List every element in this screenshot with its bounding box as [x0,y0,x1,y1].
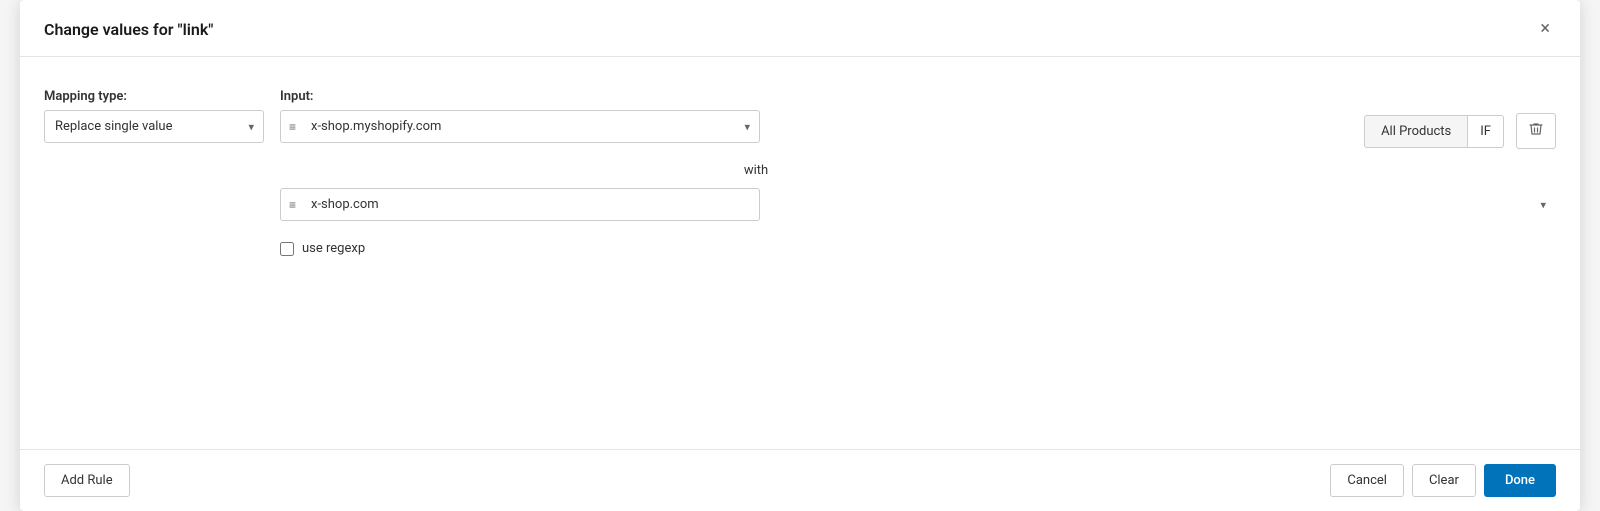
use-regexp-label[interactable]: use regexp [302,241,365,256]
output-wrapper: ≡ x-shop.com ▾ [280,188,1556,221]
with-label: with [744,163,768,178]
with-section: with ≡ x-shop.com ▾ use regexp [280,163,1556,256]
mapping-type-select[interactable]: Replace single value [44,110,264,143]
if-button[interactable]: IF [1467,115,1504,148]
clear-button[interactable]: Clear [1412,464,1476,497]
output-select[interactable]: x-shop.com [280,188,760,221]
output-chevron-icon: ▾ [1540,198,1546,211]
all-products-button[interactable]: All Products [1364,115,1467,148]
rule-row: Mapping type: Replace single value ▾ Inp… [44,89,1556,149]
mapping-type-label: Mapping type: [44,89,264,104]
input-label: Input: [280,89,760,104]
add-rule-button[interactable]: Add Rule [44,464,130,497]
modal-title: Change values for "link" [44,20,213,39]
input-select[interactable]: x-shop.myshopify.com [280,110,760,143]
close-button[interactable]: × [1534,18,1556,40]
cancel-button[interactable]: Cancel [1330,464,1404,497]
input-field-group: Input: ≡ x-shop.myshopify.com ▾ [280,89,760,143]
done-button[interactable]: Done [1484,464,1556,497]
footer-right: Cancel Clear Done [1330,464,1556,497]
modal-header: Change values for "link" × [20,0,1580,57]
modal: Change values for "link" × Mapping type:… [20,0,1580,511]
delete-rule-button[interactable] [1516,113,1556,149]
mapping-type-group: Mapping type: Replace single value ▾ [44,89,264,143]
mapping-type-wrapper: Replace single value ▾ [44,110,264,143]
right-controls: All Products IF [1364,113,1556,149]
footer-left: Add Rule [44,464,130,497]
trash-icon [1529,122,1543,136]
modal-footer: Add Rule Cancel Clear Done [20,449,1580,511]
modal-body: Mapping type: Replace single value ▾ Inp… [20,57,1580,449]
use-regexp-checkbox[interactable] [280,242,294,256]
with-label-row: with [516,163,996,178]
use-regexp-row: use regexp [280,241,1556,256]
input-wrapper: ≡ x-shop.myshopify.com ▾ [280,110,760,143]
